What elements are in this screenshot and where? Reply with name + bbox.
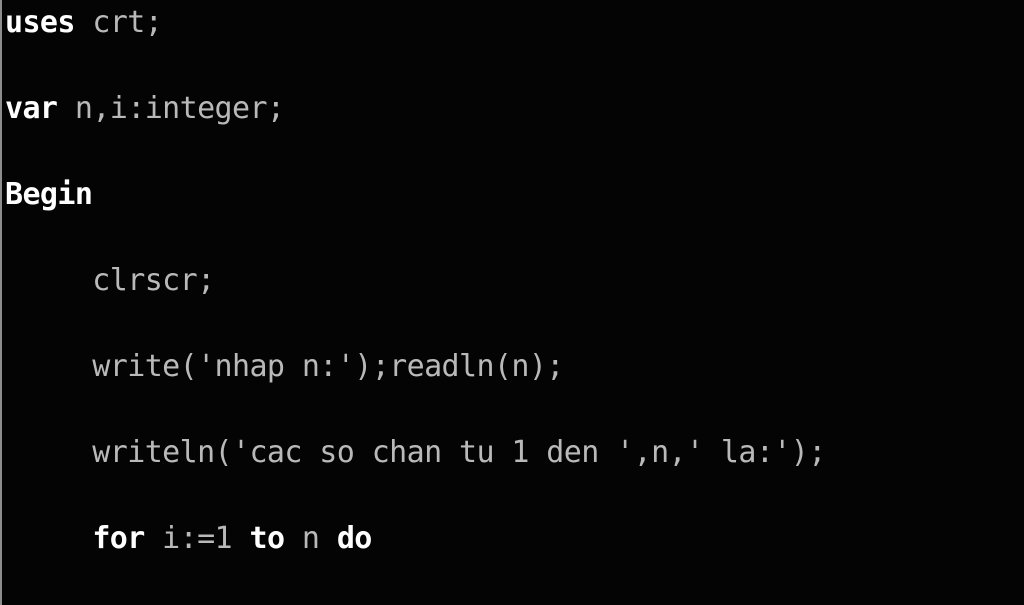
pascal-text: writeln('cac so chan tu 1 den ',n,' la:'… bbox=[5, 435, 826, 470]
pascal-keyword: do bbox=[336, 521, 373, 556]
pascal-text: n,i:integer; bbox=[57, 91, 285, 126]
pascal-source-listing[interactable]: uses crt; var n,i:integer; Begin clrscr;… bbox=[5, 1, 1024, 605]
code-line: var n,i:integer; bbox=[5, 87, 1024, 130]
code-line: for i:=1 to n do bbox=[5, 517, 1024, 560]
pascal-text: n bbox=[284, 521, 337, 556]
pascal-text: clrscr; bbox=[5, 263, 215, 298]
pascal-keyword: var bbox=[5, 91, 58, 126]
code-line: writeln('cac so chan tu 1 den ',n,' la:'… bbox=[5, 431, 1024, 474]
pascal-keyword: Begin bbox=[5, 177, 93, 212]
pascal-text: write('nhap n:');readln(n); bbox=[5, 349, 564, 384]
pascal-keyword: uses bbox=[5, 5, 75, 40]
code-line: clrscr; bbox=[5, 259, 1024, 302]
pascal-text: crt; bbox=[74, 5, 163, 40]
terminal-window: uses crt; var n,i:integer; Begin clrscr;… bbox=[0, 0, 1024, 605]
pascal-keyword: for bbox=[92, 521, 145, 556]
code-line: write('nhap n:');readln(n); bbox=[5, 345, 1024, 388]
code-line: Begin bbox=[5, 173, 1024, 216]
pascal-keyword: to bbox=[249, 521, 285, 556]
pascal-text bbox=[5, 521, 92, 556]
pascal-text: i:=1 bbox=[144, 521, 250, 556]
code-line: uses crt; bbox=[5, 1, 1024, 44]
